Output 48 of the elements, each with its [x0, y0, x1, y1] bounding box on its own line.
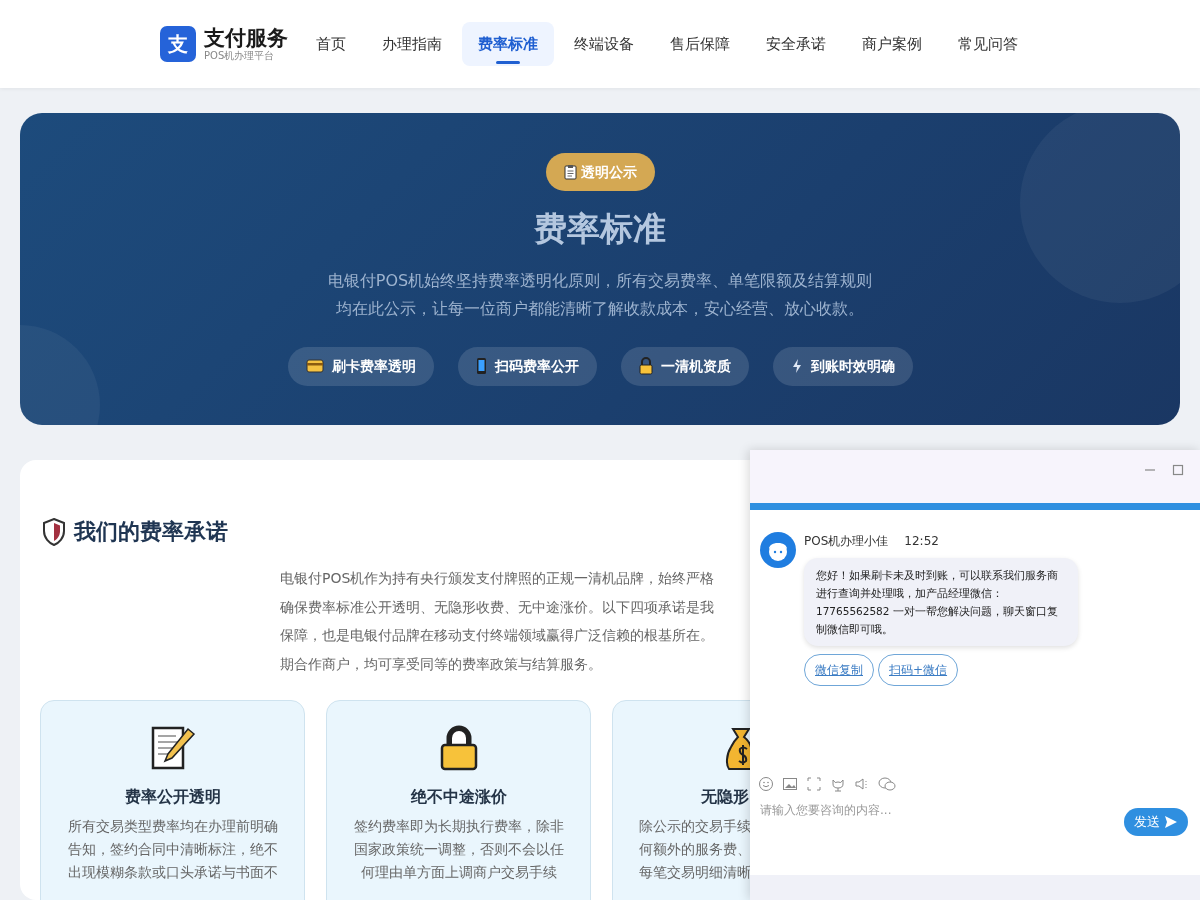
section-paragraph: 电银付POS机作为持有央行颁发支付牌照的正规一清机品牌，始终严格 确保费率标准公开透明、无隐形收费、无中途涨价。以下四项承诺是我 保障，也是电银付品牌在移动支付终端领域赢得广泛信赖的根基所在。 期合作商户，均可享受同等的费率政策与结算服务。 — [280, 569, 716, 674]
feature-chip: 刷卡费率透明 — [287, 346, 434, 386]
brand-name: 支付服务 — [204, 27, 288, 51]
badge: 透明公示 — [545, 153, 655, 192]
screenshot-icon[interactable] — [806, 776, 822, 792]
message-time: 12:52 — [904, 533, 939, 550]
logo[interactable]: 支 — [160, 26, 196, 62]
brand-tagline: POS机办理平台 — [204, 50, 276, 61]
card-description: 签约费率即为长期执行费率，除非 国家政策统一调整，否则不会以任 何理由单方面上调商户交易手续 — [352, 817, 565, 882]
card-title: 无隐形 — [700, 786, 750, 808]
chat-message: 您好！如果刷卡未及时到账，可以联系我们服务商进行查询并处理哦，加产品经理微信：17765562582 一对一帮您解决问题，聊天窗口复制微信即可哦。 — [804, 558, 1078, 646]
padlock-icon — [638, 357, 653, 376]
emoji-icon[interactable] — [758, 776, 774, 792]
feature-chip: 到账时效明确 — [772, 346, 913, 386]
card-description: 所有交易类型费率均在办理前明确 告知，签约合同中清晰标注，绝不 出现模糊条款或口头承诺与书面不 — [66, 817, 279, 882]
credit-card-icon — [305, 359, 324, 374]
section-title: 我们的费率承诺 — [74, 518, 228, 546]
speaker-icon[interactable] — [854, 776, 870, 792]
hero-title: 费率标准 — [534, 209, 666, 249]
chat-action-link[interactable]: 扫码+微信 — [878, 654, 959, 686]
shield-icon — [42, 517, 66, 546]
nav-tab[interactable]: 常见问答 — [942, 21, 1034, 67]
chat-bubbles-icon[interactable] — [878, 776, 896, 792]
card-title: 绝不中途涨价 — [409, 786, 508, 808]
memo-pencil-icon — [149, 725, 196, 771]
feature-chip: 一清机资质 — [620, 346, 749, 386]
card-title: 费率公开透明 — [123, 786, 222, 808]
nav-tab[interactable]: 首页 — [300, 21, 362, 67]
nav-tab[interactable]: 安全承诺 — [750, 21, 842, 67]
agent-name: POS机办理小佳 — [804, 533, 889, 550]
chat-action-link[interactable]: 微信复制 — [804, 654, 874, 686]
padlock-icon — [439, 725, 478, 771]
card-description: 除公示的交易手续 何额外的服务费、 每笔交易明细清晰 — [639, 817, 750, 882]
agent-avatar-icon — [760, 532, 796, 568]
clipboard-icon — [563, 164, 577, 181]
image-icon[interactable] — [782, 776, 798, 792]
money-bag-icon — [725, 725, 750, 771]
nav-tab[interactable]: 终端设备 — [558, 21, 650, 67]
nav-tab[interactable]: 商户案例 — [846, 21, 938, 67]
feature-chip: 扫码费率公开 — [457, 346, 597, 386]
maximize-icon[interactable] — [1172, 464, 1184, 476]
lightning-icon — [790, 358, 803, 375]
nav-tab[interactable]: 办理指南 — [366, 21, 458, 67]
phone-icon — [475, 357, 487, 376]
nav-tab[interactable]: 售后保障 — [654, 21, 746, 67]
hero-subtitle: 电银付POS机始终坚持费率透明化原则，所有交易费率、单笔限额及结算规则 均在此公示，让每一位商户都能清晰了解收款成本，安心经营、放心收款。 — [327, 269, 873, 320]
send-icon — [1164, 814, 1178, 829]
nav-tab[interactable]: 费率标准 — [462, 21, 554, 67]
